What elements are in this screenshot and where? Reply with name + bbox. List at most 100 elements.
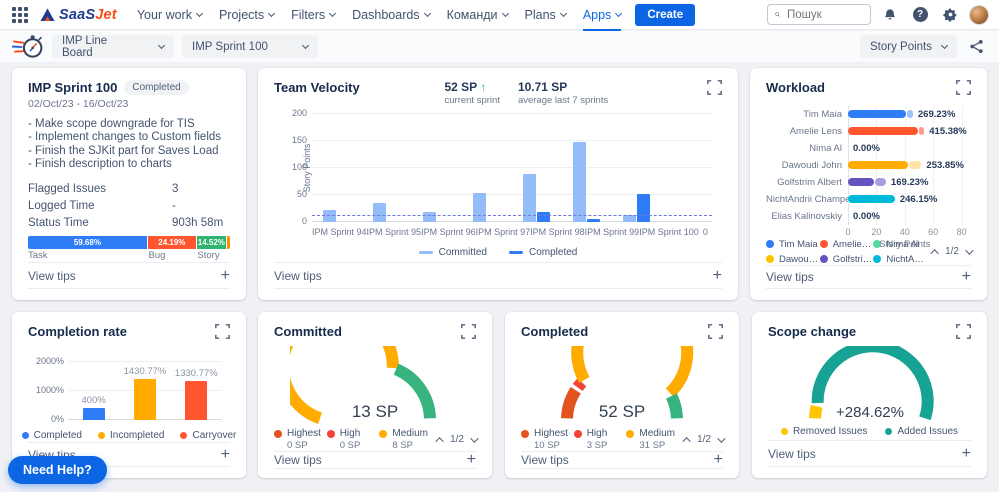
gridline: [312, 167, 712, 168]
view-tips-link[interactable]: View tips: [274, 453, 322, 467]
board-select[interactable]: IMP Line Board: [52, 35, 174, 59]
add-tip-icon[interactable]: +: [221, 267, 230, 284]
expand-icon[interactable]: [708, 324, 723, 344]
chevron-down-icon: [559, 9, 567, 17]
page-up-icon[interactable]: [682, 436, 691, 446]
legend-item: Highest 10 SP: [521, 428, 574, 451]
x-tick-label: 60: [928, 227, 939, 237]
page-up-icon[interactable]: [435, 436, 444, 446]
sprint-status-badge: Completed: [124, 80, 189, 95]
need-help-button[interactable]: Need Help?: [8, 456, 107, 484]
gauge-segment-highest: [561, 386, 581, 419]
team-velocity-card: Team Velocity 52 SP ↑ current sprint 10.…: [258, 68, 738, 300]
chevron-down-icon: [501, 9, 509, 17]
notifications-icon[interactable]: [879, 4, 901, 26]
workload-percent-label: 169.23%: [890, 177, 929, 188]
completion-rate-card: Completion rate 0% 1000% 2000% 400% 1430.77%…: [12, 312, 246, 478]
page-up-icon[interactable]: [930, 249, 939, 258]
nav-item-label: Apps: [582, 7, 612, 22]
completed-title: Completed: [521, 324, 589, 339]
view-tips-link[interactable]: View tips: [274, 269, 322, 283]
legend-item: Highest 0 SP: [274, 428, 327, 451]
trend-up-icon: ↑: [480, 80, 487, 94]
completed-gauge: 52 SP: [521, 346, 723, 424]
add-tip-icon[interactable]: +: [713, 267, 722, 284]
search-input[interactable]: [785, 7, 863, 22]
view-tips-link[interactable]: View tips: [766, 270, 814, 284]
legend-grid: Highest 10 SP High 3 SP Medium 31 SP: [521, 428, 679, 451]
workload-bar: [848, 110, 907, 118]
legend-value: 8 SP: [392, 440, 413, 451]
completion-title: Completion rate: [28, 324, 127, 339]
page-down-icon[interactable]: [965, 246, 974, 255]
workload-title: Workload: [766, 80, 825, 95]
legend-label: Highest: [287, 428, 321, 439]
settings-icon[interactable]: [939, 4, 961, 26]
search-box[interactable]: [767, 4, 871, 25]
legend-dot: [379, 429, 388, 438]
expand-icon[interactable]: [707, 80, 722, 100]
x-tick-label: 40: [899, 227, 910, 237]
expand-icon[interactable]: [461, 324, 476, 344]
create-button[interactable]: Create: [635, 3, 696, 26]
nav-item-apps[interactable]: Apps: [582, 0, 623, 31]
nav-item-label: Plans: [524, 7, 556, 22]
workload-percent-label: 0.00%: [853, 143, 880, 154]
nav-item-plans[interactable]: Plans: [524, 0, 567, 30]
legend-dot: [766, 240, 774, 249]
chevron-down-icon: [301, 41, 310, 49]
page-down-icon[interactable]: [717, 433, 726, 443]
help-icon[interactable]: ?: [909, 4, 931, 26]
legend-item-top: Medium: [626, 428, 679, 439]
workload-row-name: Elias Kalinovskiy: [771, 211, 842, 222]
legend-item: Medium 8 SP: [379, 428, 432, 451]
legend-value: 3 SP: [586, 440, 608, 451]
metric-select[interactable]: Story Points: [860, 35, 957, 58]
nav-item-команди[interactable]: Команди: [446, 0, 509, 30]
legend-dot: [274, 429, 282, 438]
view-tips-link[interactable]: View tips: [768, 447, 816, 461]
page-down-icon[interactable]: [470, 433, 479, 443]
legend-pagination: 1/2: [930, 246, 974, 258]
legend-label: Carryover: [192, 430, 237, 441]
expand-icon[interactable]: [956, 324, 971, 344]
legend-label: Dawoudi John: [779, 253, 820, 265]
search-icon: [775, 12, 780, 17]
stat-label: Status Time: [28, 216, 89, 229]
nav-item-dashboards[interactable]: Dashboards: [352, 0, 431, 30]
nav-item-projects[interactable]: Projects: [219, 0, 276, 30]
add-tip-icon[interactable]: +: [962, 268, 971, 285]
add-tip-icon[interactable]: +: [467, 452, 476, 468]
brand-logo[interactable]: SaaSJet: [40, 7, 117, 23]
completed-bar: [537, 212, 550, 222]
add-tip-icon[interactable]: +: [962, 445, 971, 462]
legend-dot: [21, 432, 29, 439]
nav-item-your-work[interactable]: Your work: [137, 0, 204, 30]
sprint-stats: Flagged Issues 3 Logged Time - Status Time 90…: [28, 180, 230, 231]
add-tip-icon[interactable]: +: [221, 446, 230, 463]
expand-icon[interactable]: [215, 324, 230, 344]
workload-row-name: Nima Al: [809, 143, 842, 154]
view-tips-link[interactable]: View tips: [28, 269, 76, 283]
nav-item-filters[interactable]: Filters: [291, 0, 337, 30]
workload-legend: Tim MaiaAmelie LensNima AlDawoudi JohnGo…: [766, 239, 974, 265]
current-sprint-stat: 52 SP ↑ current sprint: [444, 80, 500, 106]
share-icon[interactable]: [965, 36, 987, 58]
legend-dot: [521, 429, 529, 438]
nav-item-label: Команди: [446, 7, 498, 22]
sprint-goal-line: - Make scope downgrade for TIS: [28, 118, 195, 130]
gauge-segment-other: [665, 393, 683, 419]
sprint-select[interactable]: IMP Sprint 100: [182, 35, 318, 58]
average-sprints-stat: 10.71 SP average last 7 sprints: [517, 80, 609, 106]
legend-dot: [780, 428, 788, 435]
x-tick-label: 0: [702, 227, 708, 237]
app-switcher-icon[interactable]: [10, 5, 30, 25]
workload-row-name: Tim Maia: [803, 109, 842, 120]
user-avatar[interactable]: [969, 4, 989, 25]
expand-icon[interactable]: [956, 80, 971, 100]
page-indicator: 1/2: [697, 434, 711, 445]
completion-legend: Completed Incompleted Carryover: [21, 430, 236, 441]
view-tips-link[interactable]: View tips: [521, 453, 569, 467]
legend-grid: Highest 0 SP High 0 SP Medium 8 SP: [274, 428, 432, 451]
add-tip-icon[interactable]: +: [714, 452, 723, 468]
